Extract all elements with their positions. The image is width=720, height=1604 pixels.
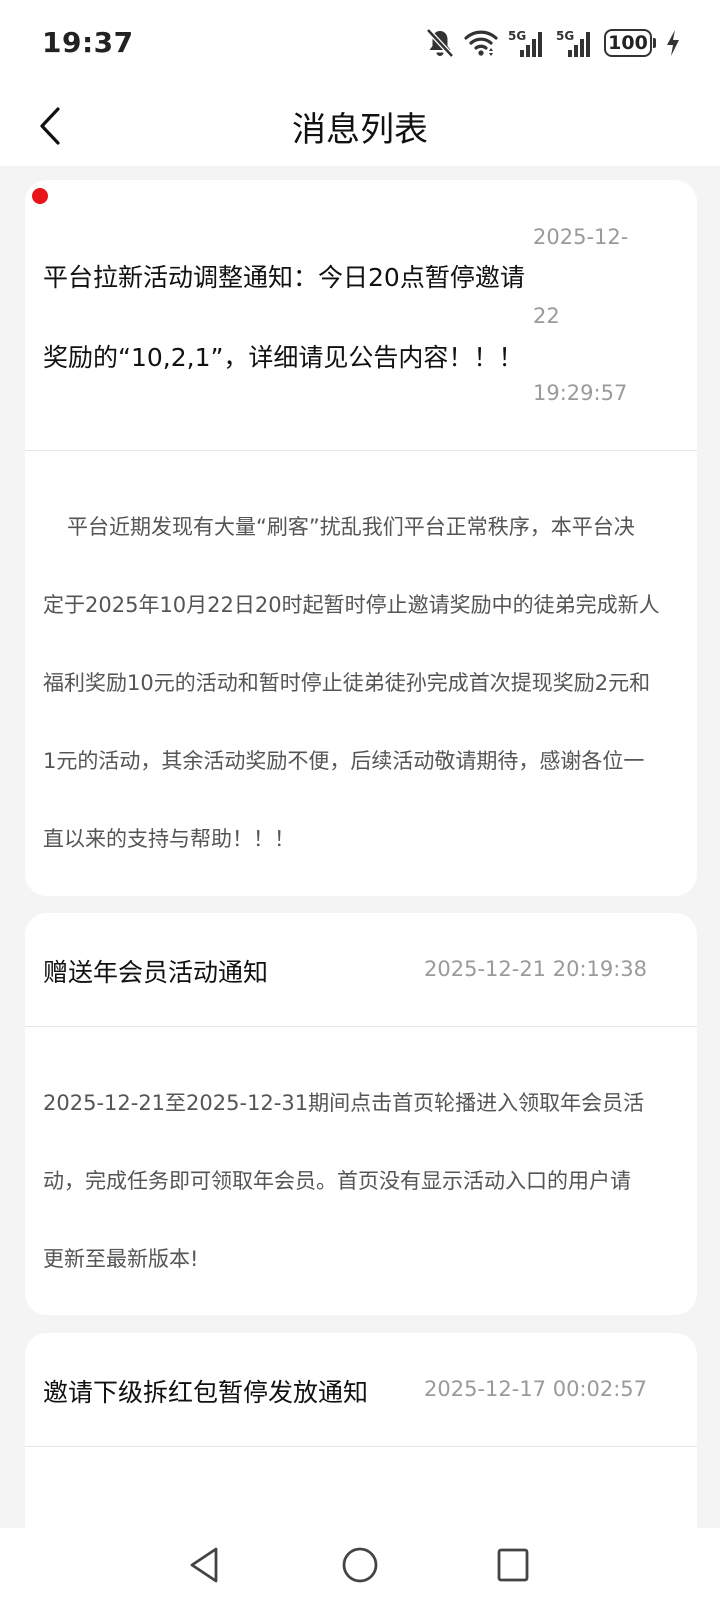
nav-bar: 消息列表 bbox=[0, 88, 720, 166]
message-time: 2025-12-21 20:19:38 bbox=[424, 957, 648, 981]
message-list[interactable]: 平台拉新活动调整通知：今日20点暂停邀请 奖励的“10,2,1”，详细请见公告内… bbox=[0, 166, 720, 1528]
bell-muted-icon bbox=[426, 28, 454, 58]
status-time: 19:37 bbox=[42, 26, 134, 59]
message-card[interactable]: 赠送年会员活动通知 2025-12-21 20:19:38 2025-12-21… bbox=[25, 913, 697, 1315]
message-title: 奖励的“10,2,1”，详细请见公告内容！！！ bbox=[43, 343, 524, 372]
message-card[interactable]: 邀请下级拆红包暂停发放通知 2025-12-17 00:02:57 bbox=[25, 1333, 697, 1528]
wifi-icon bbox=[464, 30, 498, 56]
message-time: 22 bbox=[533, 304, 560, 328]
message-title: 邀请下级拆红包暂停发放通知 bbox=[43, 1378, 369, 1407]
status-icons: 5G 5G 100 bbox=[426, 26, 680, 60]
body-line: 平台近期发现有大量“刷客”扰乱我们平台正常秩序，本平台决 bbox=[67, 515, 635, 539]
body-line: 定于2025年10月22日20时起暂时停止邀请奖励中的徒弟完成新人 bbox=[43, 593, 660, 617]
message-card[interactable]: 平台拉新活动调整通知：今日20点暂停邀请 奖励的“10,2,1”，详细请见公告内… bbox=[25, 180, 697, 896]
message-header[interactable]: 邀请下级拆红包暂停发放通知 2025-12-17 00:02:57 bbox=[25, 1333, 697, 1447]
message-body: 平台近期发现有大量“刷客”扰乱我们平台正常秩序，本平台决 定于2025年10月2… bbox=[43, 488, 679, 878]
body-line: 1元的活动，其余活动奖励不便，后续活动敬请期待，感谢各位一 bbox=[43, 749, 645, 773]
system-nav-bar bbox=[0, 1528, 720, 1604]
page-title: 消息列表 bbox=[292, 110, 428, 150]
message-title: 赠送年会员活动通知 bbox=[43, 958, 269, 987]
message-header[interactable]: 平台拉新活动调整通知：今日20点暂停邀请 奖励的“10,2,1”，详细请见公告内… bbox=[25, 180, 697, 451]
body-line: 直以来的支持与帮助！！！ bbox=[43, 827, 295, 851]
back-triangle-icon[interactable] bbox=[188, 1546, 220, 1584]
recents-square-icon[interactable] bbox=[496, 1546, 530, 1584]
signal-5g-icon: 5G bbox=[556, 29, 590, 57]
svg-text:5G: 5G bbox=[556, 29, 574, 43]
charging-icon bbox=[667, 30, 679, 56]
message-time: 2025-12-17 00:02:57 bbox=[424, 1377, 648, 1401]
body-line: 2025-12-21至2025-12-31期间点击首页轮播进入领取年会员活 bbox=[43, 1091, 645, 1115]
status-bar: 19:37 5G 5G 100 bbox=[0, 0, 720, 88]
battery-level: 100 bbox=[604, 29, 652, 57]
unread-dot bbox=[32, 188, 48, 204]
message-body: 2025-12-21至2025-12-31期间点击首页轮播进入领取年会员活 动，… bbox=[43, 1064, 679, 1298]
body-line: 福利奖励10元的活动和暂时停止徒弟徒孙完成首次提现奖励2元和 bbox=[43, 671, 651, 695]
message-time: 2025-12- bbox=[533, 225, 629, 249]
body-line: 更新至最新版本! bbox=[43, 1247, 199, 1271]
message-title: 平台拉新活动调整通知：今日20点暂停邀请 bbox=[43, 263, 525, 292]
message-header[interactable]: 赠送年会员活动通知 2025-12-21 20:19:38 bbox=[25, 913, 697, 1027]
signal-5g-icon: 5G bbox=[508, 29, 542, 57]
message-time: 19:29:57 bbox=[533, 381, 628, 405]
battery-icon: 100 bbox=[604, 29, 656, 57]
home-circle-icon[interactable] bbox=[341, 1546, 379, 1584]
svg-text:5G: 5G bbox=[508, 29, 526, 43]
body-line: 动，完成任务即可领取年会员。首页没有显示活动入口的用户请 bbox=[43, 1169, 631, 1193]
